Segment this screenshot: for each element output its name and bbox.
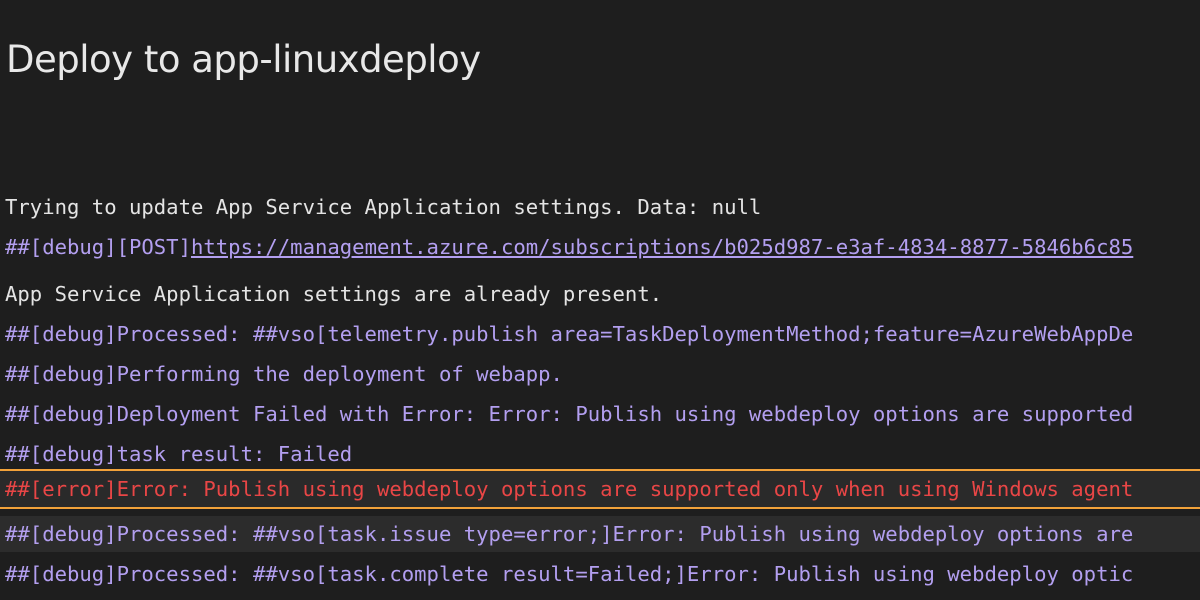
log-line: Trying to update App Service Application…	[5, 195, 762, 219]
log-line: ##[debug]Processed: ##vso[telemetry.publ…	[5, 322, 1134, 346]
log-line: ##[debug][POST]https://management.azure.…	[0, 229, 1200, 265]
log-line: ##[debug]Deployment Failed with Error: E…	[5, 402, 1134, 426]
log-line: ##[debug]task result: Failed	[5, 442, 353, 466]
log-line: App Service Application settings are alr…	[5, 282, 663, 306]
log-viewer: Deploy to app-linuxdeploy Trying to upda…	[0, 0, 1200, 600]
log-line: ##[debug]Processed: ##vso[task.issue typ…	[0, 516, 1200, 552]
log-output: Trying to update App Service Application…	[0, 0, 1200, 600]
error-log-line[interactable]: ##[error]Error: Publish using webdeploy …	[0, 469, 1200, 509]
log-line: ##[debug]Processed: ##vso[task.complete …	[5, 562, 1134, 586]
request-url-link[interactable]: https://management.azure.com/subscriptio…	[191, 235, 1133, 259]
log-line: ##[debug]Performing the deployment of we…	[5, 362, 563, 386]
log-line-prefix: ##[debug][POST]	[5, 235, 191, 259]
